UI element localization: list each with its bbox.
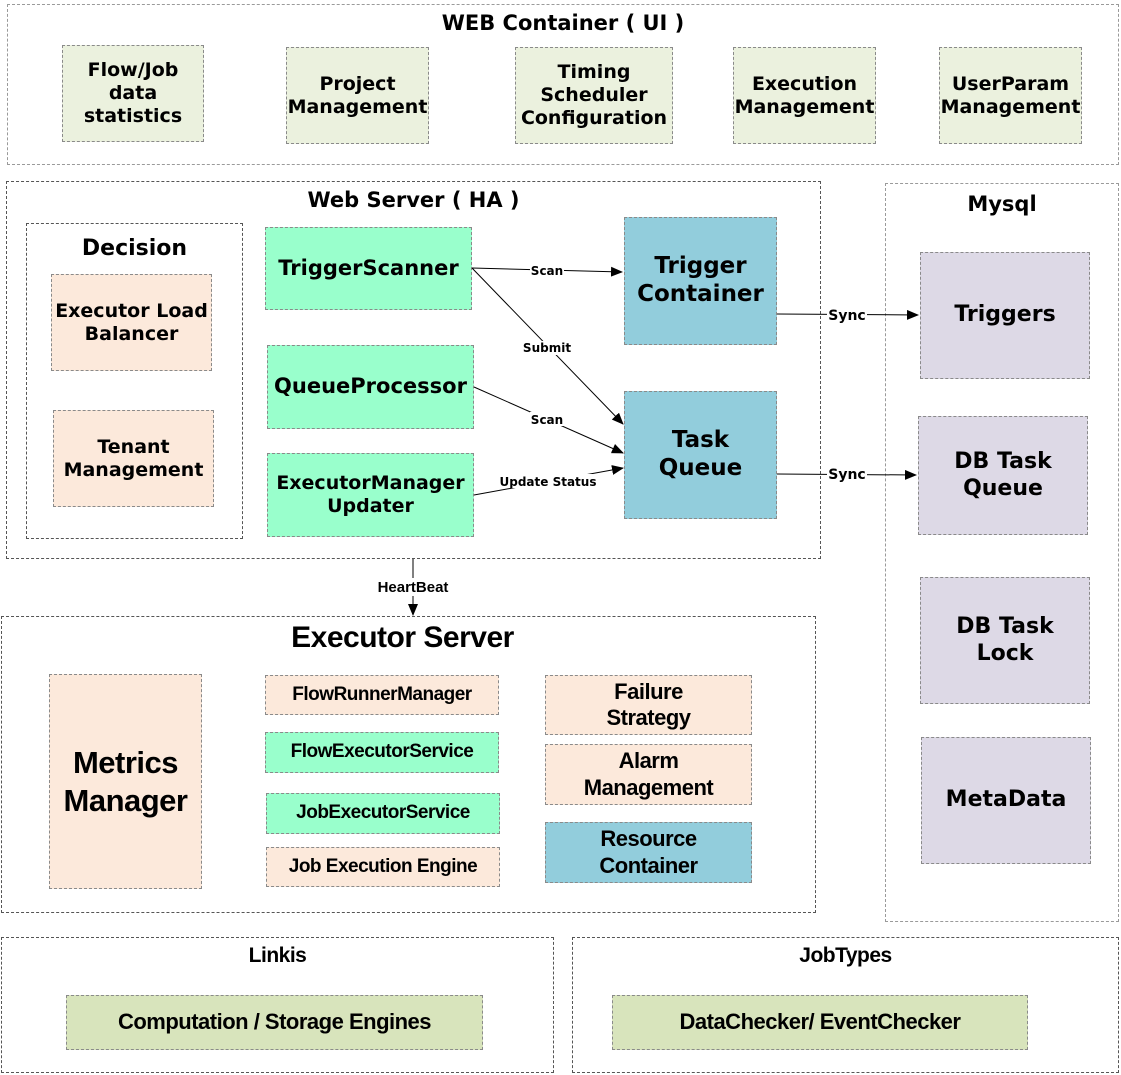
edge-label-heartbeat: HeartBeat	[378, 579, 449, 596]
connector-layer: Scan Submit Scan Update Status Sync Sync…	[368, 263, 919, 616]
edge-label-scan-2: Scan	[531, 413, 563, 427]
edge-label-update-status: Update Status	[500, 475, 597, 489]
edge-label-sync-1: Sync	[828, 308, 865, 324]
edge-label-scan-1: Scan	[531, 264, 563, 278]
edge-label-submit: Submit	[523, 341, 571, 355]
edge-label-sync-2: Sync	[828, 467, 865, 483]
